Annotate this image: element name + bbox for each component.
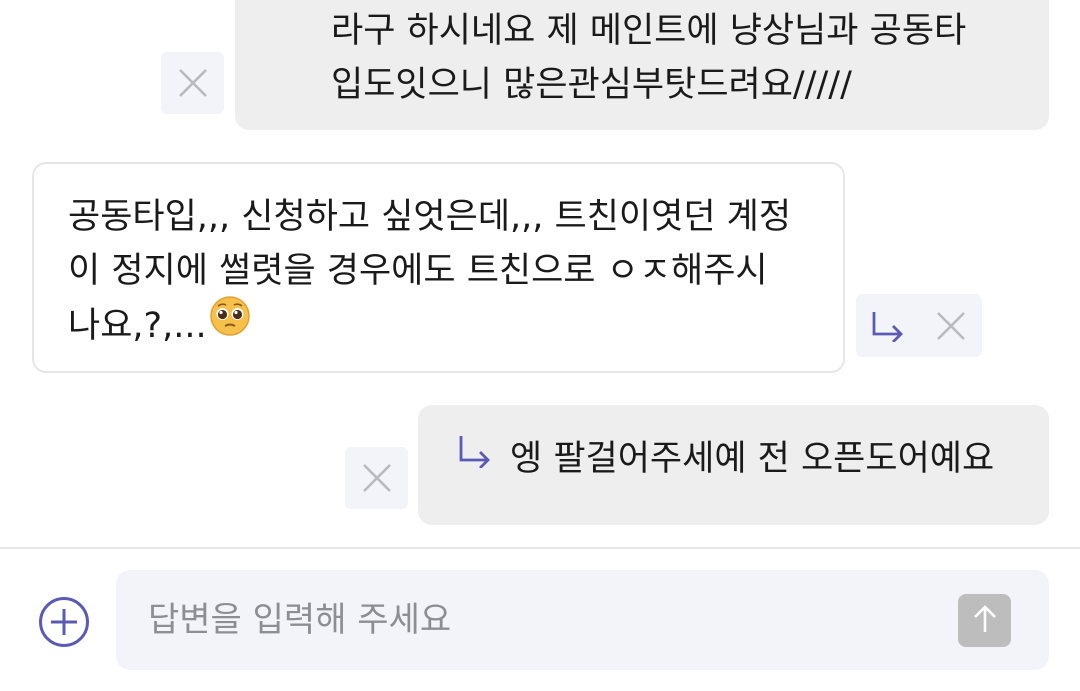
- composer-divider: [0, 547, 1080, 549]
- arrow-up-icon: [972, 604, 998, 638]
- message-text-line-last: 나요,?,...: [68, 295, 843, 356]
- message-actions: [856, 294, 982, 357]
- add-attachment-button[interactable]: [36, 596, 92, 652]
- message-bubble-incoming: 공동타입,,, 신청하고 싶엇은데,,, 트친이엿던 계정 이 정지에 썰렷을 …: [32, 162, 845, 373]
- message-bubble-outgoing: 라구 하시네요 제 메인트에 냥상님과 공동타 입도잇으니 많은관심부탓드려요/…: [235, 0, 1049, 130]
- message-text-line: 엥 팔걸어주세예 전 오픈도어예요: [458, 432, 1049, 487]
- message-text: 엥 팔걸어주세예 전 오픈도어예요: [510, 439, 995, 479]
- reply-input[interactable]: [148, 570, 948, 670]
- message-text-line: 입도잇으니 많은관심부탓드려요/////: [331, 65, 852, 105]
- message-bubble-outgoing-reply: 엥 팔걸어주세예 전 오픈도어예요: [418, 405, 1049, 525]
- plus-circle-icon: [38, 596, 90, 652]
- message-text-line: 이 정지에 썰렷을 경우에도 트친으로 ㅇㅈ해주시: [68, 251, 768, 291]
- close-icon[interactable]: [347, 448, 407, 508]
- close-icon[interactable]: [921, 296, 981, 356]
- message-actions: [345, 447, 408, 509]
- reply-arrow-icon: [458, 430, 492, 484]
- message-text: 나요,?,...: [68, 306, 207, 346]
- reply-arrow-icon[interactable]: [858, 296, 918, 356]
- close-icon[interactable]: [163, 53, 223, 113]
- pleading-face-emoji: [209, 295, 251, 353]
- message-text-line: 공동타입,,, 신청하고 싶엇은데,,, 트친이엿던 계정: [68, 197, 792, 237]
- message-actions: [161, 52, 224, 114]
- reply-input-container: [116, 570, 1049, 670]
- message-text-line: 라구 하시네요 제 메인트에 냥상님과 공동타: [331, 11, 967, 51]
- send-button[interactable]: [958, 594, 1011, 647]
